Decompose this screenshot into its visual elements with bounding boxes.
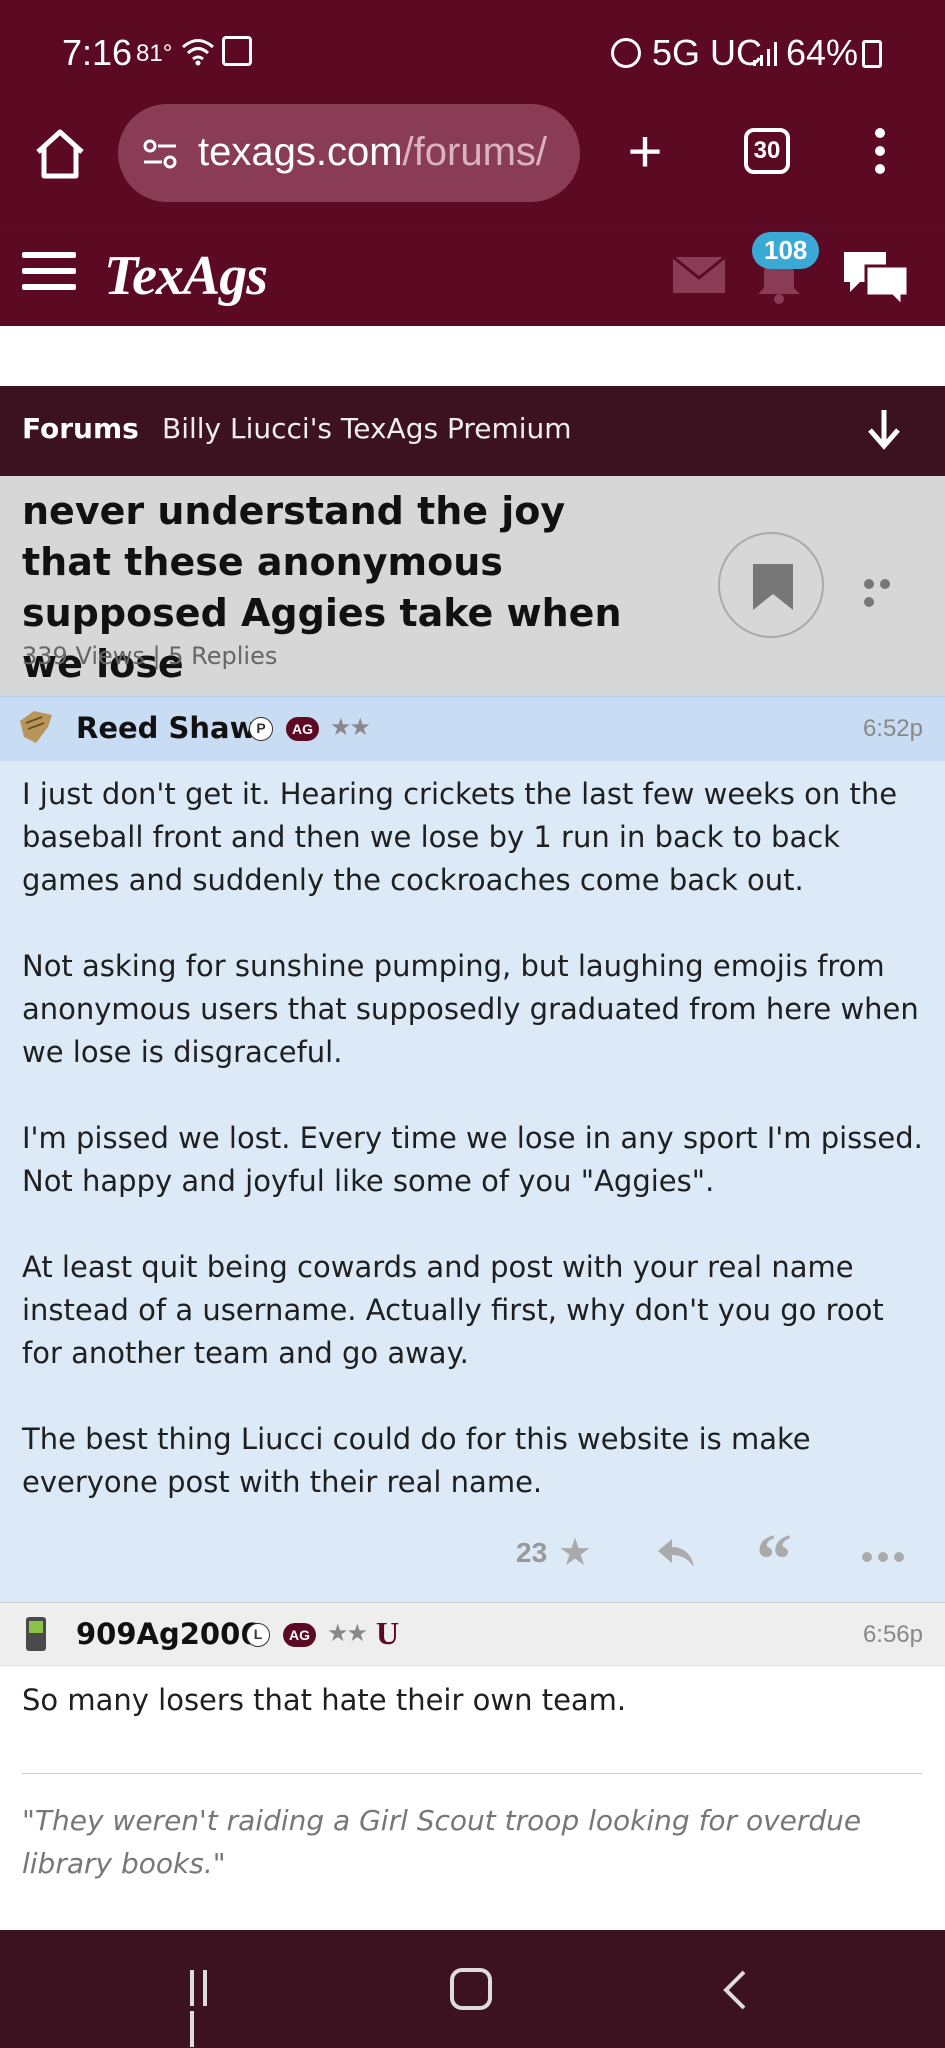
back-icon[interactable] (720, 1968, 750, 2012)
post-time: 6:56p (862, 1621, 923, 1648)
bookmark-button[interactable] (718, 532, 824, 638)
post: Reed Shaw P AG ★★ 6:52p I just don't get… (0, 696, 945, 1602)
signature-divider (22, 1773, 922, 1774)
bookmark-icon (753, 564, 793, 610)
home-nav-icon[interactable] (450, 1968, 492, 2010)
rating-stars: ★★ (327, 1620, 368, 1647)
arrow-down-icon[interactable] (866, 406, 902, 452)
post-paragraph: I just don't get it. Hearing crickets th… (22, 777, 898, 897)
status-bar: 7:16 81° 5G UC 64% (0, 0, 945, 104)
address-bar[interactable]: texags.com/forums/ (118, 104, 580, 202)
url-path: /forums/ (402, 130, 548, 174)
url-text: texags.com/forums/ (198, 130, 568, 175)
mail-icon[interactable] (672, 256, 726, 294)
gallery-icon (222, 36, 252, 66)
texags-logo[interactable]: TexAgs (104, 244, 268, 308)
post: 909Ag2006 L AG ★★ U 6:56p So many losers… (0, 1602, 945, 1932)
chat-icon[interactable] (840, 246, 912, 308)
status-temperature: 81° (136, 40, 173, 67)
reply-icon[interactable] (656, 1535, 696, 1571)
breadcrumb: Forums Billy Liucci's TexAgs Premium (0, 386, 945, 476)
post-header: Reed Shaw P AG ★★ 6:52p (0, 697, 945, 761)
battery-icon (862, 40, 882, 68)
post-paragraph: I'm pissed we lost. Every time we lose i… (22, 1121, 923, 1198)
tab-switcher-button[interactable]: 30 (744, 128, 790, 174)
post-paragraph: Not asking for sunshine pumping, but lau… (22, 949, 919, 1069)
url-host: texags.com (198, 130, 403, 174)
post-header: 909Ag2006 L AG ★★ U 6:56p (0, 1603, 945, 1667)
post-paragraph: The best thing Liucci could do for this … (22, 1422, 811, 1499)
site-header: TexAgs 108 (0, 226, 945, 326)
post-actions: 23 ★ “ (0, 1523, 945, 1595)
ag-badge: AG (283, 1623, 316, 1647)
lifetime-badge: L (246, 1623, 270, 1647)
hamburger-menu-icon[interactable] (22, 252, 76, 292)
avatar[interactable] (16, 1613, 56, 1653)
thread-header: never understand the joy that these anon… (0, 476, 945, 696)
browser-toolbar: texags.com/forums/ + 30 (0, 104, 945, 226)
alarm-icon (611, 38, 641, 68)
breadcrumb-board-link[interactable]: Billy Liucci's TexAgs Premium (162, 412, 572, 445)
battery-percent: 64% (786, 32, 859, 73)
recents-icon[interactable] (190, 1970, 226, 2047)
post-time: 6:52p (862, 715, 923, 742)
star-count: 23 (516, 1537, 548, 1568)
site-settings-icon[interactable] (140, 134, 180, 174)
breadcrumb-forums-link[interactable]: Forums (22, 412, 139, 445)
post-more-icon[interactable] (862, 1549, 912, 1563)
post-username[interactable]: 909Ag2006 (76, 1617, 260, 1651)
post-username[interactable]: Reed Shaw (76, 711, 256, 745)
wifi-icon (182, 39, 214, 66)
page-gap (0, 326, 945, 386)
status-time: 7:16 (62, 32, 133, 73)
post-paragraph: At least quit being cowards and post wit… (22, 1250, 884, 1370)
home-icon[interactable] (30, 124, 90, 184)
star-icon[interactable]: ★ (558, 1533, 592, 1573)
system-nav-bar (0, 1930, 945, 2048)
university-badge: U (376, 1615, 400, 1651)
ag-badge: AG (286, 717, 319, 741)
notification-count-badge: 108 (752, 232, 820, 269)
new-tab-icon[interactable]: + (620, 122, 670, 184)
avatar[interactable] (16, 707, 56, 747)
quote-icon[interactable]: “ (756, 1523, 792, 1595)
network-type: 5G UC (652, 32, 763, 73)
post-body: So many losers that hate their own team. (22, 1683, 627, 1717)
browser-menu-icon[interactable] (872, 128, 888, 178)
post-body: I just don't get it. Hearing crickets th… (22, 773, 927, 1504)
rating-stars: ★★ (330, 714, 371, 741)
premium-badge: P (249, 717, 273, 741)
signal-icon (753, 42, 777, 66)
user-signature: "They weren't raiding a Girl Scout troop… (22, 1804, 862, 1880)
thread-meta: 339 Views | 5 Replies (22, 642, 278, 670)
thread-more-icon[interactable] (864, 576, 908, 607)
